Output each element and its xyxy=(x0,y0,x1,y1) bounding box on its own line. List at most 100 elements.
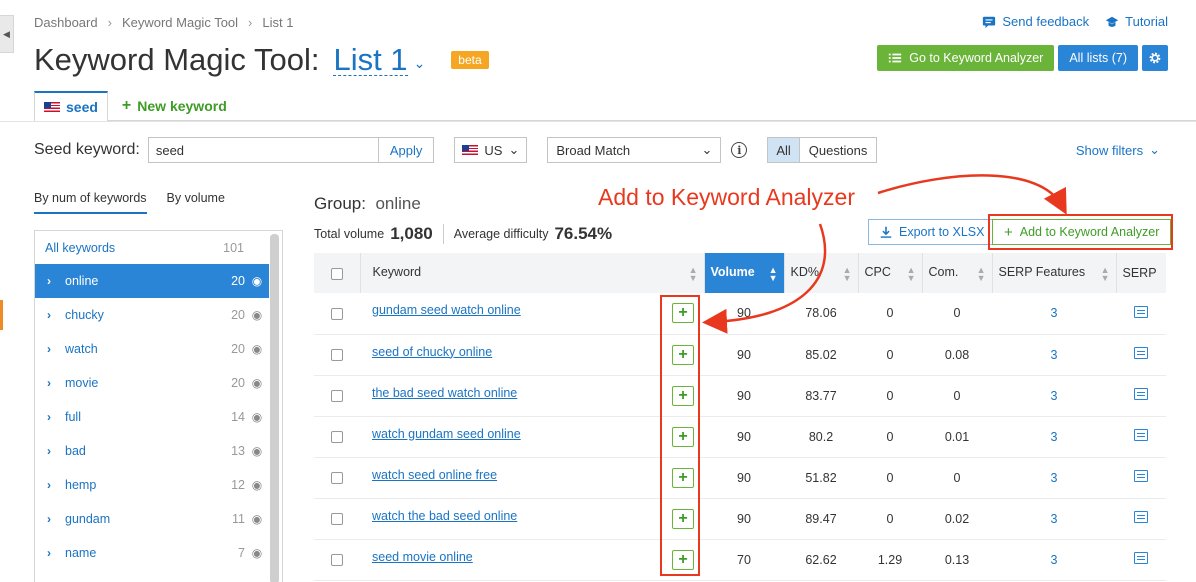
match-type-value: Broad Match xyxy=(556,142,631,158)
serp-features-cell[interactable]: 3 xyxy=(992,334,1116,376)
left-accent-bar xyxy=(0,300,3,330)
serp-cell xyxy=(1116,498,1166,540)
keyword-column-header[interactable]: Keyword ▲ ▼ xyxy=(360,253,705,293)
gear-icon xyxy=(1149,52,1161,64)
row-checkbox[interactable] xyxy=(331,307,343,320)
row-checkbox[interactable] xyxy=(331,349,343,362)
keyword-link[interactable]: watch seed online free xyxy=(372,468,497,482)
select-all-checkbox[interactable] xyxy=(330,267,343,280)
row-checkbox[interactable] xyxy=(331,431,343,444)
seed-keyword-input[interactable]: seed xyxy=(147,137,378,163)
sidebar-item-watch[interactable]: › watch 20 ◉ xyxy=(35,332,269,366)
sidebar-item-name[interactable]: › name 7 ◉ xyxy=(35,536,269,570)
all-lists-button[interactable]: All lists (7) xyxy=(1058,45,1138,71)
kd-cell: 83.77 xyxy=(784,375,858,417)
row-checkbox[interactable] xyxy=(331,390,343,403)
sidebar-item-hemp[interactable]: › hemp 12 ◉ xyxy=(35,468,269,502)
kd-cell: 89.47 xyxy=(784,498,858,540)
serp-features-cell[interactable]: 3 xyxy=(992,457,1116,499)
eye-icon[interactable]: ◉ xyxy=(245,274,269,288)
eye-icon[interactable]: ◉ xyxy=(245,478,269,492)
toggle-all[interactable]: All xyxy=(768,138,800,162)
go-to-keyword-analyzer-button[interactable]: Go to Keyword Analyzer xyxy=(877,45,1055,71)
com-column-header[interactable]: Com. ▲ ▼ xyxy=(922,253,993,293)
tab-by-volume[interactable]: By volume xyxy=(167,191,225,214)
serp-features-cell[interactable]: 3 xyxy=(992,498,1116,540)
sidebar-item-gundam[interactable]: › gundam 11 ◉ xyxy=(35,502,269,536)
sidebar-item-all-keywords[interactable]: All keywords 101 xyxy=(35,231,282,264)
volume-header-label: Volume xyxy=(710,264,755,279)
serp-snapshot-icon[interactable] xyxy=(1134,388,1148,400)
serp-snapshot-icon[interactable] xyxy=(1134,470,1148,482)
keyword-link[interactable]: seed movie online xyxy=(372,550,473,564)
eye-icon[interactable]: ◉ xyxy=(245,444,269,458)
chat-icon xyxy=(983,16,996,28)
sidebar-scrollbar[interactable] xyxy=(270,234,279,582)
serp-snapshot-icon[interactable] xyxy=(1134,347,1148,359)
keyword-cell: watch gundam seed online + xyxy=(360,416,704,458)
apply-button[interactable]: Apply xyxy=(377,137,435,163)
eye-icon[interactable]: ◉ xyxy=(245,308,269,322)
kd-column-header[interactable]: KD% ▲ ▼ xyxy=(784,253,859,293)
average-difficulty-label: Average difficulty xyxy=(453,227,549,241)
row-checkbox[interactable] xyxy=(331,472,343,485)
serp-features-cell[interactable]: 3 xyxy=(992,293,1116,335)
row-checkbox[interactable] xyxy=(331,554,343,567)
sidebar-item-online[interactable]: › online 20 ◉ xyxy=(35,264,269,298)
top-buttons: Go to Keyword Analyzer All lists (7) xyxy=(877,45,1168,71)
cpc-column-header[interactable]: CPC ▲ ▼ xyxy=(858,253,923,293)
list-selector[interactable]: List 1 xyxy=(333,44,408,76)
eye-icon[interactable]: ◉ xyxy=(245,546,269,560)
keyword-link[interactable]: the bad seed watch online xyxy=(372,386,517,400)
serp-snapshot-icon[interactable] xyxy=(1134,305,1148,318)
sidebar-item-count: 12 xyxy=(231,478,245,492)
tutorial-link[interactable]: Tutorial xyxy=(1105,14,1168,29)
row-select-cell xyxy=(314,334,360,376)
volume-column-header[interactable]: Volume ▲ ▼ xyxy=(704,253,785,293)
serp-snapshot-icon[interactable] xyxy=(1134,429,1148,441)
info-icon[interactable]: i xyxy=(731,142,748,158)
keyword-link[interactable]: watch gundam seed online xyxy=(372,427,521,441)
toggle-questions[interactable]: Questions xyxy=(800,138,877,162)
table-row: the bad seed watch online +90 83.77 0 0 3 xyxy=(314,375,1166,417)
breadcrumb-keyword-magic-tool[interactable]: Keyword Magic Tool xyxy=(122,15,238,30)
sidebar-item-movie[interactable]: › movie 20 ◉ xyxy=(35,366,269,400)
tab-seed[interactable]: seed xyxy=(34,91,108,122)
sidebar-item-label: name xyxy=(65,546,97,560)
show-filters-button[interactable]: Show filters ⌄ xyxy=(1076,142,1160,158)
eye-icon[interactable]: ◉ xyxy=(245,512,269,526)
chevron-right-icon: › xyxy=(47,444,51,458)
keyword-link[interactable]: watch the bad seed online xyxy=(372,509,517,523)
serp-features-cell[interactable]: 3 xyxy=(992,539,1116,581)
chevron-right-icon: › xyxy=(47,546,51,560)
serp-snapshot-icon[interactable] xyxy=(1134,552,1148,564)
sidebar-item-bad[interactable]: › bad 13 ◉ xyxy=(35,434,269,468)
sort-icon: ▲ ▼ xyxy=(842,264,852,283)
serp-features-cell[interactable]: 3 xyxy=(992,416,1116,458)
match-type-select[interactable]: Broad Match ⌄ xyxy=(547,137,722,163)
sidebar-item-chucky[interactable]: › chucky 20 ◉ xyxy=(35,298,269,332)
eye-icon[interactable]: ◉ xyxy=(245,410,269,424)
serp-features-column-header[interactable]: SERP Features ▲ ▼ xyxy=(992,253,1117,293)
new-keyword-tab[interactable]: + New keyword xyxy=(108,91,241,120)
settings-button[interactable] xyxy=(1142,45,1168,71)
eye-icon[interactable]: ◉ xyxy=(245,376,269,390)
sidebar-group-list: › online 20 ◉ › chucky 20 ◉ › watch 20 ◉ › movie 20 ◉ › f… xyxy=(35,264,282,570)
chevron-down-icon[interactable]: ⌄ xyxy=(414,55,426,72)
sidebar-tabs: By num of keywords By volume xyxy=(34,191,225,214)
cpc-cell: 1.29 xyxy=(858,539,922,581)
sidebar-item-full[interactable]: › full 14 ◉ xyxy=(35,400,269,434)
collapse-panel-button[interactable]: ◀ xyxy=(0,15,14,53)
export-xlsx-button[interactable]: Export to XLSX xyxy=(868,219,996,245)
chevron-left-icon: ◀ xyxy=(3,28,10,39)
serp-features-cell[interactable]: 3 xyxy=(992,375,1116,417)
tab-by-num-keywords[interactable]: By num of keywords xyxy=(34,191,147,214)
country-select[interactable]: US ⌄ xyxy=(454,137,528,163)
breadcrumb-dashboard[interactable]: Dashboard xyxy=(34,15,98,30)
serp-snapshot-icon[interactable] xyxy=(1134,511,1148,523)
keyword-link[interactable]: seed of chucky online xyxy=(372,345,492,359)
send-feedback-link[interactable]: Send feedback xyxy=(982,14,1089,29)
row-checkbox[interactable] xyxy=(331,513,343,526)
eye-icon[interactable]: ◉ xyxy=(245,342,269,356)
keyword-link[interactable]: gundam seed watch online xyxy=(372,303,521,317)
